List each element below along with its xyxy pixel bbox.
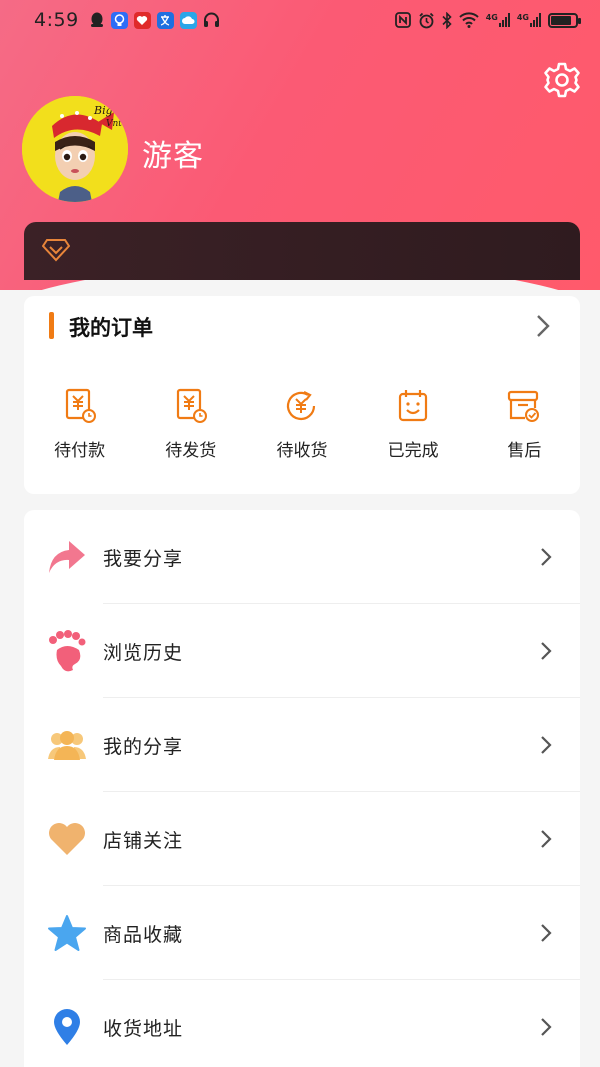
svg-text:Vnt: Vnt [106, 119, 122, 129]
my-page: 4:59 4G 4G Big Vnt 游客 我的订单 待付款 待发货 待收货 已… [0, 0, 600, 1067]
heart-app-icon [133, 11, 151, 29]
avatar[interactable]: Big Vnt [22, 96, 128, 202]
orders-chevron-right-icon[interactable] [536, 314, 550, 338]
chevron-right-icon [541, 924, 552, 942]
menu-label: 商品收藏 [103, 923, 184, 946]
menu-label: 我的分享 [103, 735, 184, 758]
users-icon [47, 725, 87, 765]
heart-icon [47, 819, 87, 859]
status-app-icons [89, 11, 220, 29]
cell-signal-2: 4G [517, 13, 541, 27]
menu-label: 店铺关注 [103, 829, 184, 852]
order-label: 待发货 [165, 441, 217, 461]
username[interactable]: 游客 [142, 131, 204, 175]
vip-bar[interactable] [24, 222, 580, 280]
menu-item-favorites[interactable]: 商品收藏 [24, 886, 580, 980]
shipment-pending-icon [173, 388, 209, 424]
order-pending-shipment[interactable]: 待发货 [135, 388, 246, 461]
order-completed[interactable]: 已完成 [358, 388, 469, 461]
order-label: 售后 [507, 441, 542, 461]
star-icon [47, 913, 87, 953]
menu-label: 收货地址 [103, 1017, 184, 1040]
qq-icon [90, 12, 103, 27]
nfc-icon [394, 12, 411, 28]
chevron-right-icon [541, 1018, 552, 1036]
network-label-2: 4G [516, 13, 529, 22]
wifi-icon [459, 12, 479, 28]
settings-button[interactable] [542, 60, 582, 100]
location-pin-icon [47, 1007, 87, 1047]
order-pending-receipt[interactable]: 待收货 [246, 388, 357, 461]
battery-level [551, 15, 572, 25]
after-sales-icon [506, 388, 542, 424]
status-bar: 4:59 4G 4G [0, 0, 600, 40]
orders-title: 我的订单 [69, 316, 153, 340]
gear-icon [544, 62, 580, 98]
alarm-icon [419, 12, 434, 28]
network-label-1: 4G [485, 13, 498, 22]
headphones-icon [203, 12, 219, 27]
menu-item-address[interactable]: 收货地址 [24, 980, 580, 1067]
completed-icon [395, 388, 431, 424]
menu-item-store-follow[interactable]: 店铺关注 [24, 792, 580, 886]
menu-item-share[interactable]: 我要分享 [24, 510, 580, 604]
order-after-sales[interactable]: 售后 [469, 388, 580, 461]
chevron-right-icon [541, 736, 552, 754]
order-status-list: 待付款 待发货 待收货 已完成 售后 [24, 388, 580, 461]
chevron-right-icon [541, 548, 552, 566]
menu-item-my-shares[interactable]: 我的分享 [24, 698, 580, 792]
payment-pending-icon [62, 388, 98, 424]
order-label: 待付款 [54, 441, 106, 461]
share-arrow-icon [47, 537, 87, 577]
footprint-icon [47, 630, 87, 672]
orders-card: 我的订单 待付款 待发货 待收货 已完成 售后 [24, 296, 580, 494]
diamond-icon [42, 239, 70, 262]
bulb-app-icon [110, 11, 128, 29]
avatar-illustration: Big Vnt [22, 96, 128, 202]
receipt-pending-icon [284, 388, 320, 424]
order-label: 待收货 [276, 441, 328, 461]
menu-label: 我要分享 [103, 547, 184, 570]
chevron-right-icon [541, 830, 552, 848]
signal-bars-1-icon [498, 13, 510, 27]
menu-label: 浏览历史 [103, 641, 184, 664]
cloud-app-icon [179, 11, 197, 29]
battery-icon [548, 12, 581, 28]
status-indicators: 4G 4G [394, 11, 581, 29]
cell-signal-1: 4G [486, 13, 510, 27]
order-label: 已完成 [387, 441, 439, 461]
status-time: 4:59 [34, 9, 79, 31]
menu-item-history[interactable]: 浏览历史 [24, 604, 580, 698]
translate-app-icon [156, 11, 174, 29]
bluetooth-icon [442, 11, 452, 29]
chevron-right-icon [541, 642, 552, 660]
order-pending-payment[interactable]: 待付款 [24, 388, 135, 461]
menu-card: 我要分享 浏览历史 我的分享 店铺关注 商品收藏 收货地址 [24, 510, 580, 1067]
signal-bars-2-icon [530, 13, 541, 27]
orders-title-accent [49, 312, 54, 339]
